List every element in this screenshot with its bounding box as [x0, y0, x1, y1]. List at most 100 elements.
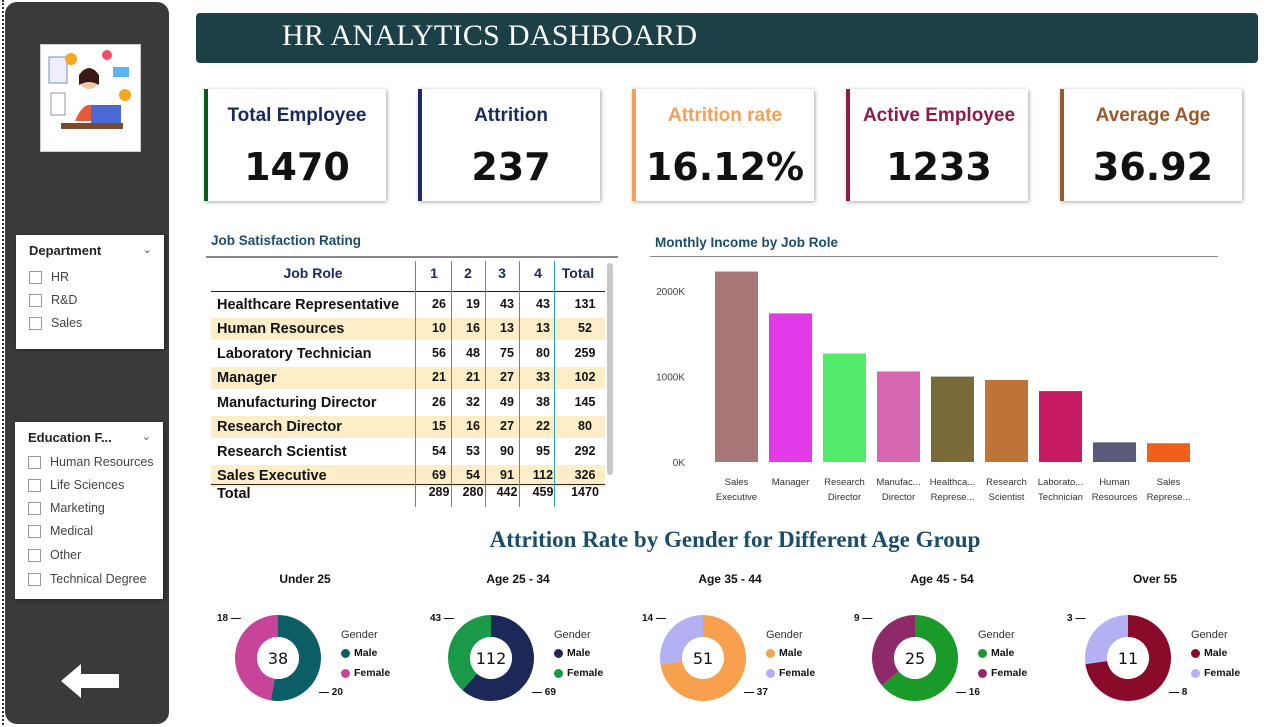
legend-marker: [766, 668, 775, 678]
legend-item[interactable]: Female: [766, 667, 815, 679]
checkbox[interactable]: [28, 548, 41, 562]
bar[interactable]: [931, 376, 974, 462]
row-label: Research Director: [217, 419, 342, 435]
legend-item[interactable]: Female: [554, 667, 603, 679]
kpi-card-total-employee[interactable]: Total Employee 1470: [204, 89, 386, 201]
legend-label: Male: [1204, 647, 1228, 659]
legend-label: Male: [779, 647, 803, 659]
legend-label: Female: [991, 667, 1028, 679]
education-field-slicer[interactable]: Education F... ⌄ Human Resources Life Sc…: [15, 422, 163, 599]
donut-slice-label: — 69: [532, 687, 556, 698]
checkbox[interactable]: [28, 455, 41, 469]
slicer-option-label: HR: [51, 270, 70, 284]
checkbox[interactable]: [28, 572, 41, 586]
donut-title: Age 25 - 34: [486, 572, 550, 586]
cell: 80: [578, 419, 592, 433]
bar[interactable]: [877, 371, 920, 462]
slicer-option-rd[interactable]: R&D: [29, 293, 77, 307]
donut-slice-label: 43 —: [430, 613, 454, 624]
slicer-option-medical[interactable]: Medical: [28, 524, 93, 538]
bar[interactable]: [823, 353, 866, 462]
kpi-value: 1470: [244, 145, 350, 189]
legend-title: Gender: [978, 629, 1015, 641]
cell: 27: [500, 370, 514, 384]
chevron-down-icon[interactable]: ⌄: [143, 243, 152, 256]
legend-marker: [1191, 668, 1200, 678]
donut-chart[interactable]: 25: [857, 601, 967, 711]
x-tick-label: Director: [882, 492, 915, 503]
kpi-label: Active Employee: [862, 105, 1016, 126]
bar[interactable]: [769, 313, 812, 462]
legend-item[interactable]: Male: [766, 647, 815, 659]
checkbox[interactable]: [29, 270, 42, 284]
legend-item[interactable]: Male: [978, 647, 1027, 659]
legend-item[interactable]: Female: [978, 667, 1027, 679]
x-tick-label: Sales: [1157, 477, 1181, 488]
table-row: Laboratory Technician 56 48 75 80 259: [211, 343, 605, 365]
cell: 26: [432, 395, 446, 409]
donut-slice-label: — 37: [744, 687, 768, 698]
row-label: Total: [217, 486, 251, 502]
bar[interactable]: [1039, 391, 1082, 462]
chevron-down-icon[interactable]: ⌄: [142, 430, 151, 443]
cell: 53: [466, 444, 480, 458]
checkbox[interactable]: [28, 501, 41, 515]
legend-marker: [341, 668, 350, 678]
legend-item[interactable]: Male: [341, 647, 390, 659]
table-row: Human Resources 10 16 13 13 52: [211, 318, 605, 340]
legend-item[interactable]: Male: [554, 647, 603, 659]
monthly-income-bar-chart[interactable]: 0K 1000K 2000K Sales Executive Manager Researc…: [640, 265, 1230, 510]
legend-item[interactable]: Female: [1191, 667, 1240, 679]
legend-item[interactable]: Male: [1191, 647, 1240, 659]
kpi-card-attrition[interactable]: Attrition 237: [418, 89, 600, 201]
table-row: Healthcare Representative 26 19 43 43 13…: [211, 294, 605, 316]
bar[interactable]: [1147, 443, 1190, 462]
cell: 21: [466, 370, 480, 384]
kpi-card-average-age[interactable]: Average Age 36.92: [1060, 89, 1242, 201]
kpi-value: 16.12%: [645, 145, 805, 189]
slicer-option-marketing[interactable]: Marketing: [28, 501, 105, 515]
donut-title: Age 45 - 54: [910, 572, 974, 586]
donut-center-total: 38: [268, 649, 288, 668]
bar[interactable]: [985, 380, 1028, 462]
checkbox[interactable]: [28, 524, 41, 538]
department-slicer[interactable]: Department ⌄ HR R&D Sales: [16, 235, 164, 349]
slicer-option-life-sciences[interactable]: Life Sciences: [28, 478, 124, 492]
kpi-card-active-employee[interactable]: Active Employee 1233: [846, 89, 1028, 201]
slicer-option-human-resources[interactable]: Human Resources: [28, 455, 154, 469]
x-tick-label: Healthca...: [930, 477, 975, 488]
legend-item[interactable]: Female: [341, 667, 390, 679]
cell: 16: [466, 321, 480, 335]
kpi-value: 237: [471, 145, 551, 189]
slicer-option-technical-degree[interactable]: Technical Degree: [28, 572, 147, 586]
bar[interactable]: [715, 271, 758, 462]
donut-center-total: 25: [905, 649, 925, 668]
checkbox[interactable]: [29, 293, 42, 307]
matrix-scrollbar[interactable]: [607, 263, 613, 475]
donut-legend: Gender Male Female: [554, 629, 603, 687]
bar[interactable]: [1093, 442, 1136, 462]
kpi-card-attrition-rate[interactable]: Attrition rate 16.12%: [632, 89, 814, 201]
back-arrow-icon[interactable]: [61, 664, 123, 698]
cell: 56: [432, 346, 446, 360]
cell: 32: [466, 395, 480, 409]
legend-label: Male: [991, 647, 1015, 659]
donut-legend: Gender Male Female: [341, 629, 390, 687]
kpi-label: Attrition: [474, 105, 548, 126]
cell: 13: [500, 321, 514, 335]
cell: 19: [466, 297, 480, 311]
y-tick-label: 2000K: [656, 287, 685, 298]
row-label: Research Scientist: [217, 444, 347, 460]
checkbox[interactable]: [29, 316, 42, 330]
checkbox[interactable]: [28, 478, 41, 492]
donut-title: Over 55: [1132, 572, 1178, 586]
slicer-option-sales[interactable]: Sales: [29, 316, 82, 330]
job-satisfaction-title: Job Satisfaction Rating: [211, 233, 362, 248]
slicer-option-other[interactable]: Other: [28, 548, 81, 562]
x-tick-label: Laborato...: [1038, 477, 1083, 488]
cell: 326: [574, 468, 596, 482]
x-tick-label: Research: [986, 477, 1027, 488]
slicer-option-hr[interactable]: HR: [29, 270, 69, 284]
donut-chart[interactable]: 11: [1070, 601, 1180, 711]
column-divider: [415, 261, 416, 507]
